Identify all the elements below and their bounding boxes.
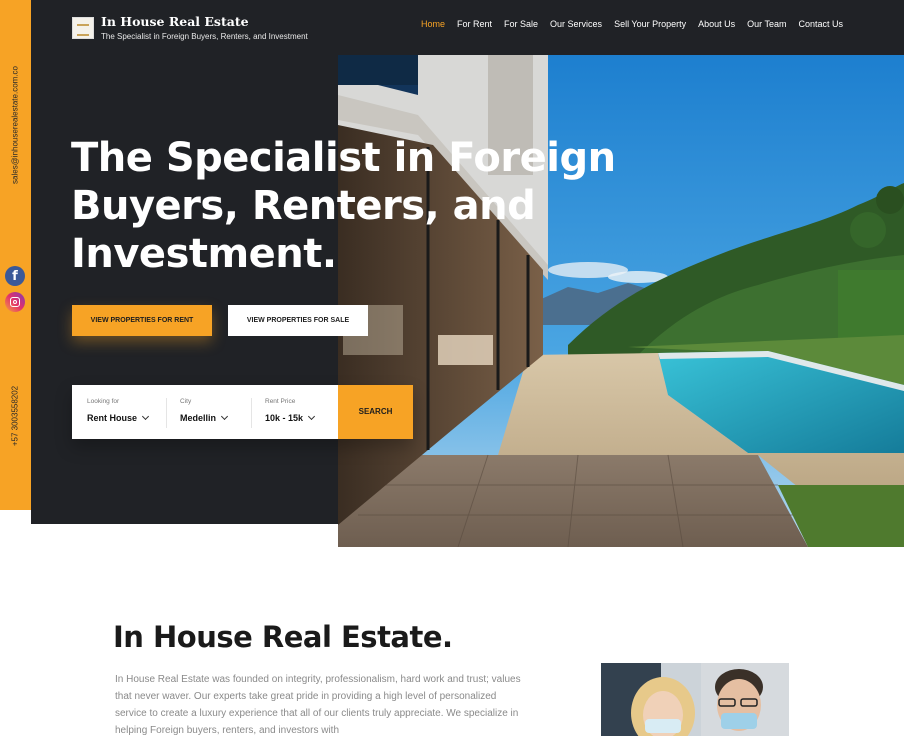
looking-for-value[interactable]: Rent House	[87, 412, 150, 423]
about-body: In House Real Estate was founded on inte…	[115, 674, 521, 736]
brand-tagline: The Specialist in Foreign Buyers, Renter…	[101, 32, 308, 41]
looking-for-select[interactable]: Looking for Rent House	[72, 385, 167, 439]
view-sale-button[interactable]: VIEW PROPERTIES FOR SALE	[228, 305, 368, 336]
looking-for-label: Looking for	[87, 398, 120, 405]
nav-our-team[interactable]: Our Team	[747, 19, 786, 29]
about-title: In House Real Estate.	[113, 620, 453, 654]
team-photo	[601, 663, 789, 736]
city-value[interactable]: Medellin	[180, 412, 229, 423]
nav-about-us[interactable]: About Us	[698, 19, 735, 29]
city-select[interactable]: City Medellin	[167, 385, 252, 439]
view-rent-button[interactable]: VIEW PROPERTIES FOR RENT	[72, 305, 212, 336]
rent-price-label: Rent Price	[265, 398, 296, 405]
nav-home[interactable]: Home	[421, 19, 445, 29]
nav-for-rent[interactable]: For Rent	[457, 19, 492, 29]
main-nav: Home For Rent For Sale Our Services Sell…	[421, 19, 855, 29]
instagram-icon[interactable]	[5, 292, 25, 312]
property-search-bar: Looking for Rent House City Medellin Ren…	[72, 385, 413, 439]
nav-contact-us[interactable]: Contact Us	[799, 19, 844, 29]
nav-for-sale[interactable]: For Sale	[504, 19, 538, 29]
hero-image	[338, 55, 904, 547]
chevron-down-icon	[220, 412, 229, 421]
rent-price-select[interactable]: Rent Price 10k - 15k	[252, 385, 338, 439]
nav-our-services[interactable]: Our Services	[550, 19, 602, 29]
chevron-down-icon	[307, 412, 316, 421]
sidebar-email[interactable]: sales@inhouserealestate.com.co	[11, 66, 20, 184]
nav-sell-your-property[interactable]: Sell Your Property	[614, 19, 686, 29]
rent-price-value[interactable]: 10k - 15k	[265, 412, 316, 423]
facebook-icon[interactable]: f	[5, 266, 25, 286]
brand-name[interactable]: In House Real Estate	[101, 14, 249, 29]
sidebar-phone[interactable]: +57 3003558202	[11, 386, 20, 446]
city-label: City	[180, 398, 192, 405]
chevron-down-icon	[141, 412, 150, 421]
search-button[interactable]: SEARCH	[338, 385, 413, 439]
hero-headline: The Specialist in Foreign Buyers, Renter…	[71, 135, 616, 277]
brand-logo[interactable]	[72, 17, 94, 39]
